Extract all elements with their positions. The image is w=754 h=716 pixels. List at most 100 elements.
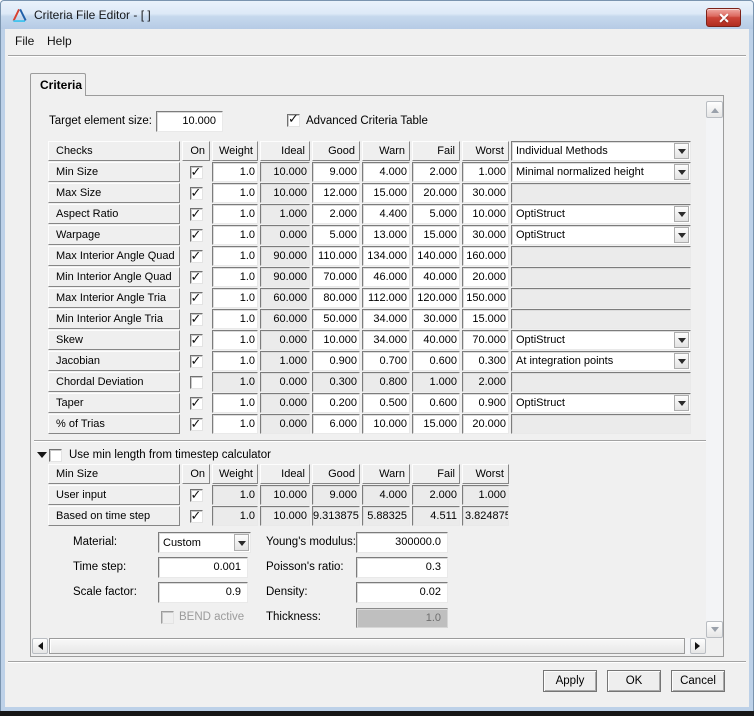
good-value-field[interactable]: 0.900 [312,351,360,371]
menu-help[interactable]: Help [43,31,76,51]
material-select[interactable]: Custom [158,532,251,553]
apply-button[interactable]: Apply [543,670,597,692]
worst-value-field[interactable]: 160.000 [462,246,509,266]
dropdown-arrow-icon[interactable] [234,534,249,551]
check-name-button[interactable]: Min Interior Angle Tria [48,309,180,329]
ok-button[interactable]: OK [607,670,661,692]
check-name-button[interactable]: % of Trias [48,414,180,434]
tab-criteria[interactable]: Criteria [30,73,86,96]
dropdown-arrow-icon[interactable] [674,206,689,222]
warn-value-field[interactable]: 0.700 [362,351,410,371]
on-checkbox[interactable] [190,250,203,263]
use-min-length-checkbox[interactable] [49,449,62,462]
good-value-field[interactable]: 5.000 [312,225,360,245]
on-checkbox[interactable] [190,208,203,221]
poissons-ratio-input[interactable]: 0.3 [356,557,448,578]
on-checkbox[interactable] [190,334,203,347]
weight-value-field[interactable]: 1.0 [212,351,258,371]
good-value-field[interactable]: 50.000 [312,309,360,329]
on-checkbox[interactable] [190,355,203,368]
youngs-modulus-input[interactable]: 300000.0 [356,532,448,553]
worst-value-field[interactable]: 20.000 [462,267,509,287]
horizontal-scroll-thumb[interactable] [49,638,685,654]
warn-value-field[interactable]: 46.000 [362,267,410,287]
good-value-field[interactable]: 6.000 [312,414,360,434]
worst-value-field[interactable]: 0.300 [462,351,509,371]
advanced-criteria-checkbox[interactable] [287,114,300,127]
warn-value-field[interactable]: 4.000 [362,162,410,182]
on-checkbox[interactable] [190,166,203,179]
cancel-button[interactable]: Cancel [671,670,725,692]
min-size-source-button[interactable]: User input [48,485,180,505]
check-name-button[interactable]: Min Size [48,162,180,182]
method-select[interactable]: OptiStruct [511,225,691,245]
weight-value-field[interactable]: 1.0 [212,162,258,182]
good-value-field[interactable]: 70.000 [312,267,360,287]
warn-value-field[interactable]: 112.000 [362,288,410,308]
weight-value-field[interactable]: 1.0 [212,246,258,266]
warn-value-field[interactable]: 4.400 [362,204,410,224]
fail-value-field[interactable]: 140.000 [412,246,460,266]
worst-value-field[interactable]: 0.900 [462,393,509,413]
weight-value-field[interactable]: 1.0 [212,330,258,350]
warn-value-field[interactable]: 34.000 [362,309,410,329]
weight-value-field[interactable]: 1.0 [212,225,258,245]
fail-value-field[interactable]: 20.000 [412,183,460,203]
time-step-input[interactable]: 0.001 [158,557,248,578]
dropdown-arrow-icon[interactable] [674,164,689,180]
check-name-button[interactable]: Min Interior Angle Quad [48,267,180,287]
titlebar[interactable]: Criteria File Editor - [ ] [1,1,753,29]
on-checkbox[interactable] [190,510,203,523]
scale-factor-input[interactable]: 0.9 [158,582,248,603]
on-checkbox[interactable] [190,418,203,431]
fail-value-field[interactable]: 30.000 [412,309,460,329]
method-select[interactable]: OptiStruct [511,393,691,413]
close-button[interactable] [706,8,741,27]
method-select[interactable]: Minimal normalized height [511,162,691,182]
check-name-button[interactable]: Taper [48,393,180,413]
warn-value-field[interactable]: 34.000 [362,330,410,350]
check-name-button[interactable]: Aspect Ratio [48,204,180,224]
fail-value-field[interactable]: 0.600 [412,351,460,371]
warn-value-field[interactable]: 0.500 [362,393,410,413]
dropdown-arrow-icon[interactable] [674,143,689,159]
fail-value-field[interactable]: 5.000 [412,204,460,224]
on-checkbox[interactable] [190,187,203,200]
on-checkbox[interactable] [190,292,203,305]
fail-value-field[interactable]: 120.000 [412,288,460,308]
check-name-button[interactable]: Max Interior Angle Tria [48,288,180,308]
check-name-button[interactable]: Jacobian [48,351,180,371]
on-checkbox[interactable] [190,271,203,284]
warn-value-field[interactable]: 134.000 [362,246,410,266]
worst-value-field[interactable]: 70.000 [462,330,509,350]
collapse-arrow-icon[interactable] [37,452,47,463]
fail-value-field[interactable]: 40.000 [412,330,460,350]
fail-value-field[interactable]: 15.000 [412,414,460,434]
weight-value-field[interactable]: 1.0 [212,309,258,329]
worst-value-field[interactable]: 10.000 [462,204,509,224]
on-checkbox[interactable] [190,229,203,242]
worst-value-field[interactable]: 150.000 [462,288,509,308]
weight-value-field[interactable]: 1.0 [212,204,258,224]
fail-value-field[interactable]: 0.600 [412,393,460,413]
on-checkbox[interactable] [190,489,203,502]
worst-value-field[interactable]: 1.000 [462,162,509,182]
vertical-scrollbar[interactable] [706,101,723,638]
fail-value-field[interactable]: 15.000 [412,225,460,245]
scroll-right-button[interactable] [690,638,706,654]
dropdown-arrow-icon[interactable] [674,332,689,348]
weight-value-field[interactable]: 1.0 [212,414,258,434]
method-select[interactable]: OptiStruct [511,330,691,350]
method-select[interactable]: At integration points [511,351,691,371]
weight-value-field[interactable]: 1.0 [212,183,258,203]
weight-value-field[interactable]: 1.0 [212,267,258,287]
menu-file[interactable]: File [11,31,38,51]
good-value-field[interactable]: 10.000 [312,330,360,350]
check-name-button[interactable]: Max Size [48,183,180,203]
target-element-size-input[interactable]: 10.000 [156,111,223,132]
good-value-field[interactable]: 80.000 [312,288,360,308]
dropdown-arrow-icon[interactable] [674,395,689,411]
check-name-button[interactable]: Max Interior Angle Quad [48,246,180,266]
good-value-field[interactable]: 110.000 [312,246,360,266]
check-name-button[interactable]: Warpage [48,225,180,245]
